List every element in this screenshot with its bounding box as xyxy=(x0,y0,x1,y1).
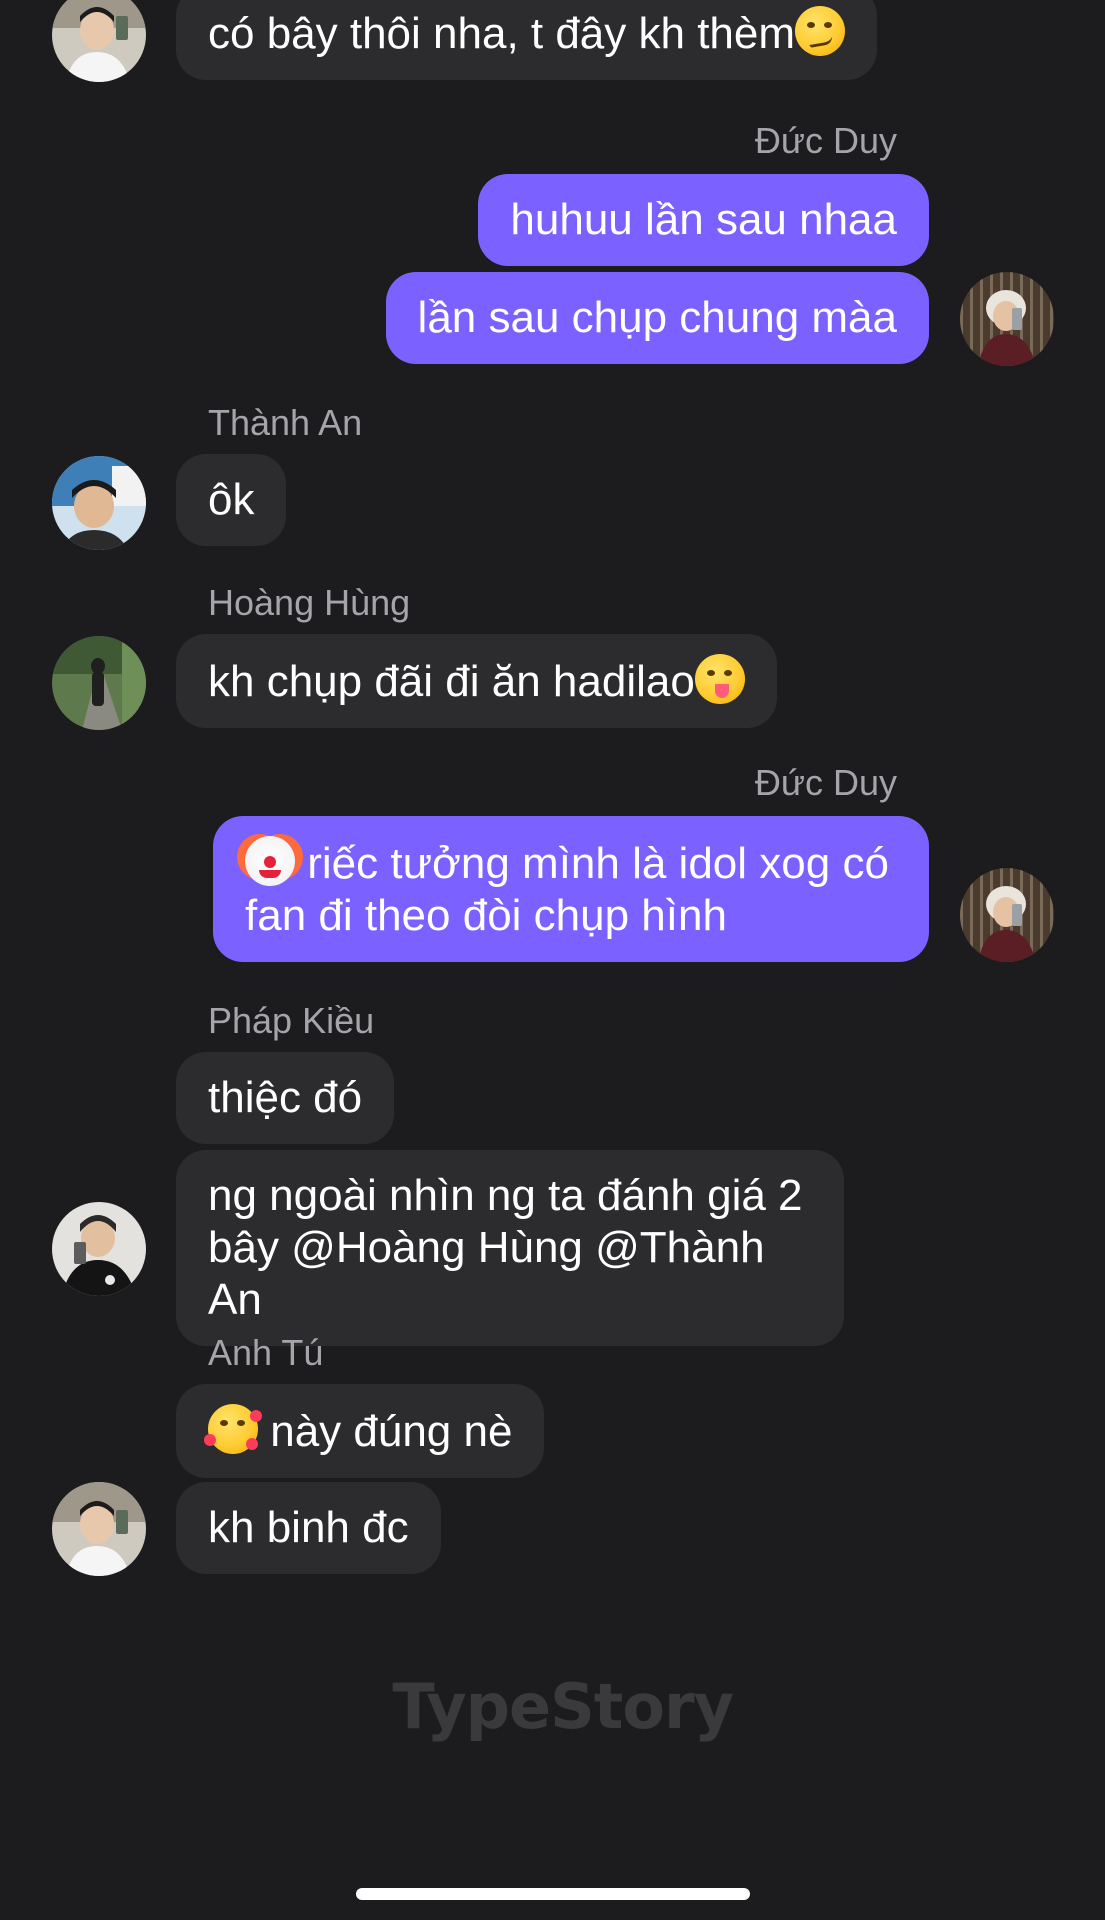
avatar-hoang-hung[interactable] xyxy=(52,636,146,730)
avatar-photo-icon xyxy=(52,0,146,82)
message-text: thiệc đó xyxy=(208,1073,363,1122)
sender-name-thanh-an: Thành An xyxy=(208,402,363,443)
message-bubble-incoming[interactable]: này đúng nè xyxy=(176,1384,545,1478)
typestory-watermark: TypeStory xyxy=(392,1670,734,1743)
sender-name-anh-tu: Anh Tú xyxy=(208,1332,324,1373)
message-text: riếc tưởng mình là idol xog có fan đi th… xyxy=(245,839,889,940)
sender-name-duc-duy: Đức Duy xyxy=(754,762,897,803)
message-bubble-incoming[interactable]: có bây thôi nha, t đây kh thèm xyxy=(176,0,878,80)
message-bubble-outgoing[interactable]: riếc tưởng mình là idol xog có fan đi th… xyxy=(213,816,929,962)
avatar-photo-icon xyxy=(960,272,1054,366)
avatar-duc-duy[interactable] xyxy=(960,868,1054,962)
sender-name-hoang-hung: Hoàng Hùng xyxy=(208,582,411,623)
avatar-phap-kieu[interactable] xyxy=(52,1202,146,1296)
message-bubble-outgoing[interactable]: huhuu lần sau nhaa xyxy=(478,174,929,266)
avatar-photo-icon xyxy=(52,1202,146,1296)
message-text: có bây thôi nha, t đây kh thèm xyxy=(208,9,796,58)
chat-screen: có bây thôi nha, t đây kh thèm Đức Duy h… xyxy=(0,0,1105,1920)
message-text: huhuu lần sau nhaa xyxy=(510,195,897,244)
avatar-anh-tu[interactable] xyxy=(52,0,146,82)
message-text: này đúng nè xyxy=(258,1407,513,1456)
avatar-duc-duy[interactable] xyxy=(960,272,1054,366)
smiling-face-with-hearts-emoji-icon xyxy=(204,1404,258,1454)
smirking-face-emoji-icon xyxy=(795,6,846,56)
avatar-photo-icon xyxy=(960,868,1054,962)
message-bubble-incoming[interactable]: kh binh đc xyxy=(176,1482,441,1574)
message-text: lần sau chụp chung màa xyxy=(417,293,897,342)
message-text: kh chụp đãi đi ăn hadilao xyxy=(208,657,695,706)
message-text: ng ngoài nhìn ng ta đánh giá 2 bây @Hoàn… xyxy=(208,1171,803,1324)
message-text: kh binh đc xyxy=(208,1503,409,1552)
avatar-photo-icon xyxy=(52,456,146,550)
clown-face-emoji-icon xyxy=(245,836,295,886)
sender-name-phap-kieu: Pháp Kiều xyxy=(208,1000,375,1041)
sender-name-duc-duy: Đức Duy xyxy=(754,120,897,161)
home-indicator[interactable] xyxy=(356,1888,750,1900)
face-savoring-food-emoji-icon xyxy=(694,654,745,704)
message-bubble-incoming[interactable]: kh chụp đãi đi ăn hadilao xyxy=(176,634,777,728)
avatar-anh-tu[interactable] xyxy=(52,1482,146,1576)
message-bubble-outgoing[interactable]: lần sau chụp chung màa xyxy=(385,272,929,364)
message-bubble-incoming[interactable]: thiệc đó xyxy=(176,1052,395,1144)
message-text: ôk xyxy=(208,475,255,524)
message-bubble-incoming[interactable]: ôk xyxy=(176,454,287,546)
message-bubble-incoming[interactable]: ng ngoài nhìn ng ta đánh giá 2 bây @Hoàn… xyxy=(176,1150,844,1346)
avatar-photo-icon xyxy=(52,636,146,730)
avatar-thanh-an[interactable] xyxy=(52,456,146,550)
avatar-photo-icon xyxy=(52,1482,146,1576)
